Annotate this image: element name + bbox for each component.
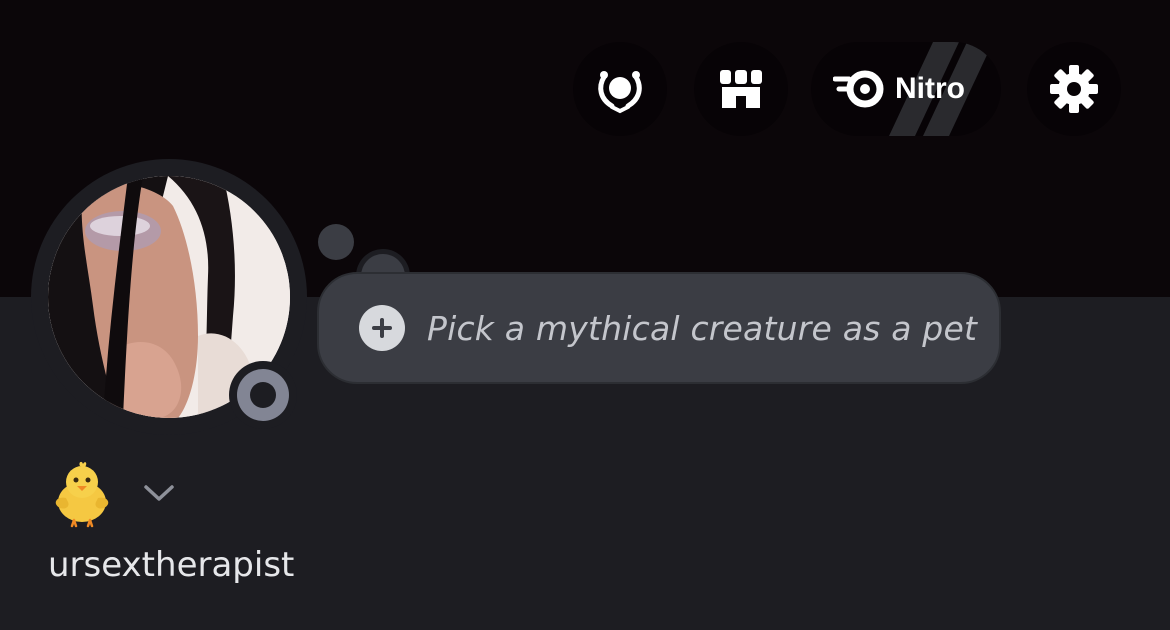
laurel-orb-icon [594,63,646,115]
offline-status-indicator [237,369,289,421]
shop-icon [716,64,766,114]
thought-dot-small [318,224,354,260]
orbs-button[interactable] [573,42,667,136]
custom-status-bubble[interactable]: Pick a mythical creature as a pet [317,272,1001,384]
custom-status-placeholder: Pick a mythical creature as a pet [427,308,978,348]
chevron-down-icon [142,482,176,508]
settings-button[interactable] [1027,42,1121,136]
chick-emoji-icon [46,458,116,532]
shop-button[interactable] [694,42,788,136]
nitro-label: Nitro [895,72,965,105]
nitro-icon [833,69,887,109]
status-emoji-dropdown[interactable] [46,458,176,532]
username: ursextherapist [48,545,295,585]
nitro-button[interactable]: Nitro [811,42,1001,136]
add-circle-icon [359,305,405,351]
gear-icon [1048,63,1100,115]
